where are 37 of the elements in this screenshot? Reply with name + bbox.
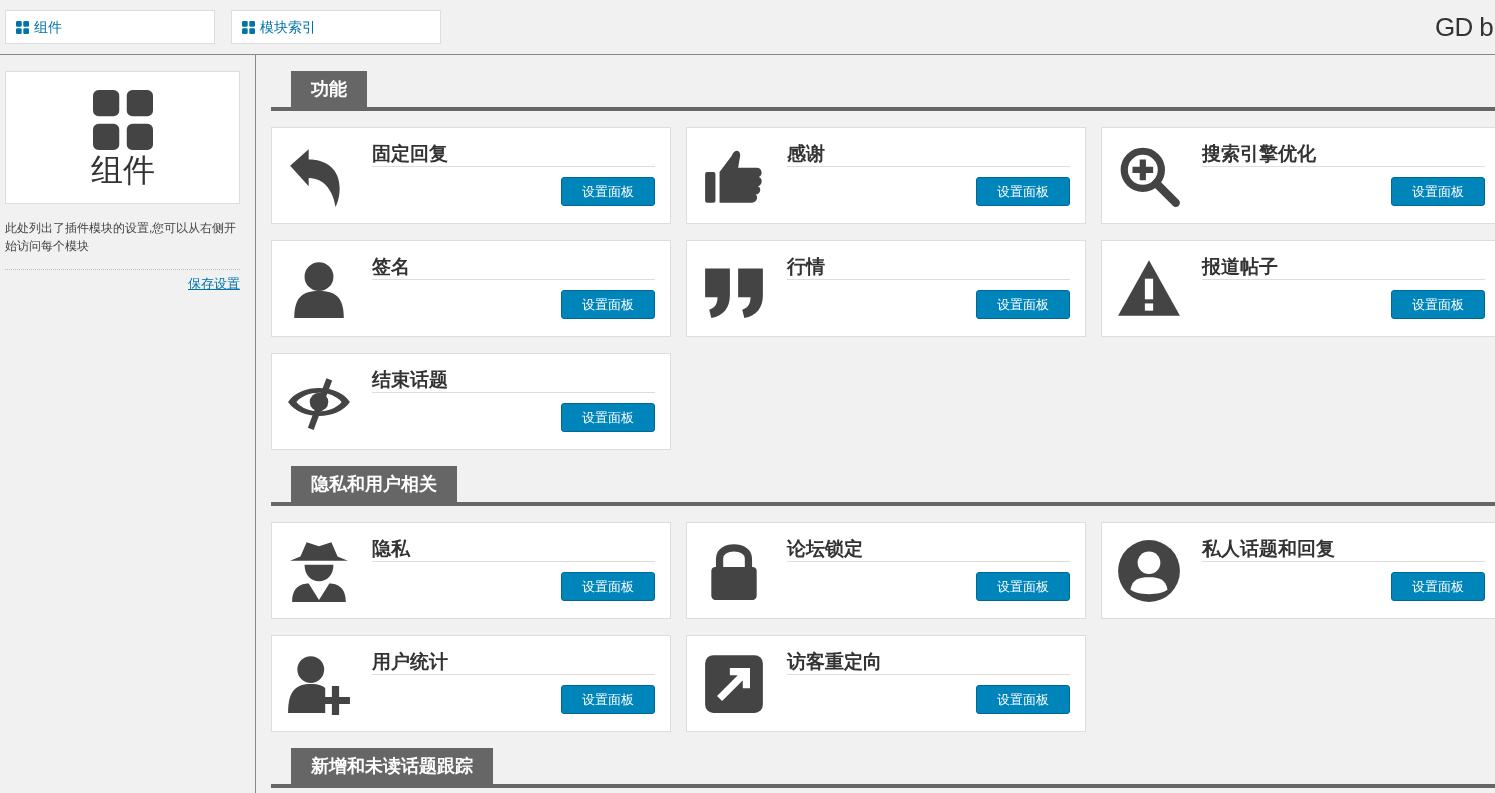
- settings-button[interactable]: 设置面板: [1391, 177, 1485, 206]
- settings-button[interactable]: 设置面板: [561, 403, 655, 432]
- grid-icon: [92, 89, 153, 150]
- module-title: 感谢: [787, 142, 1070, 167]
- save-link[interactable]: 保存设置: [188, 274, 240, 294]
- module-title: 访客重定向: [787, 650, 1070, 675]
- settings-button[interactable]: 设置面板: [561, 177, 655, 206]
- module-title: 搜索引擎优化: [1202, 142, 1485, 167]
- panel-title: 组件: [90, 153, 155, 186]
- section-title: 隐私和用户相关: [291, 466, 457, 502]
- module-title: 结束话题: [372, 368, 655, 393]
- nav-tab[interactable]: 模块索引: [231, 10, 441, 44]
- nav-tab[interactable]: 组件: [5, 10, 215, 44]
- module-title: 签名: [372, 255, 655, 280]
- settings-button[interactable]: 设置面板: [561, 572, 655, 601]
- settings-button[interactable]: 设置面板: [561, 290, 655, 319]
- settings-button[interactable]: 设置面板: [561, 685, 655, 714]
- section-title: 新增和未读话题跟踪: [291, 748, 493, 784]
- settings-button[interactable]: 设置面板: [976, 290, 1070, 319]
- user-circle-icon: [1116, 537, 1182, 604]
- module-title: 论坛锁定: [787, 537, 1070, 562]
- settings-button[interactable]: 设置面板: [976, 685, 1070, 714]
- settings-button[interactable]: 设置面板: [976, 177, 1070, 206]
- brand-title: GD b: [1434, 10, 1494, 44]
- settings-button[interactable]: 设置面板: [1391, 290, 1485, 319]
- settings-button[interactable]: 设置面板: [976, 572, 1070, 601]
- module-title: 用户统计: [372, 650, 655, 675]
- section-title: 功能: [291, 71, 367, 107]
- module-title: 行情: [787, 255, 1070, 280]
- module-title: 私人话题和回复: [1202, 537, 1485, 562]
- grid-icon: [16, 20, 29, 34]
- module-title: 报道帖子: [1202, 255, 1485, 280]
- module-title: 隐私: [372, 537, 655, 562]
- description-text: 此处列出了插件模块的设置,您可以从右侧开始访问每个模块: [5, 219, 240, 270]
- module-title: 固定回复: [372, 142, 655, 167]
- grid-icon: [242, 20, 255, 34]
- settings-button[interactable]: 设置面板: [1391, 572, 1485, 601]
